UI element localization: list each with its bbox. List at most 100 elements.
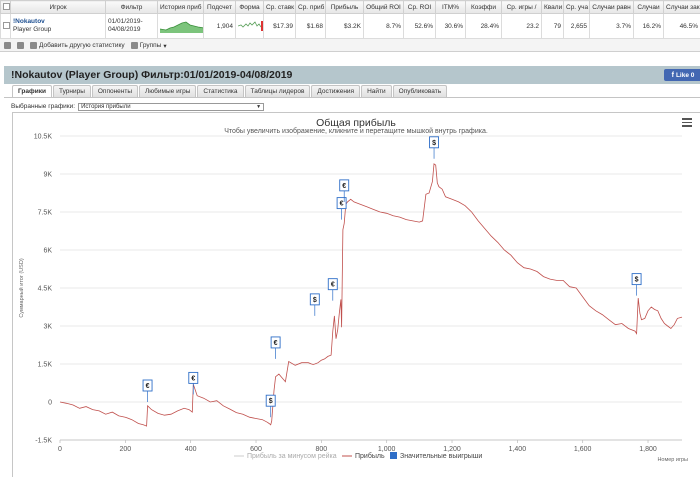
delete-icon[interactable]	[4, 42, 11, 49]
big-win-flag[interactable]: €	[270, 336, 281, 359]
tab-favorite-games[interactable]: Любимые игры	[139, 85, 197, 97]
column-header[interactable]: Общий ROI	[363, 0, 404, 14]
column-header[interactable]: Подсчет	[203, 0, 236, 14]
add-statistic-label: Добавить другую статистику	[39, 42, 125, 49]
groups-dropdown[interactable]: Группы ▾	[130, 42, 167, 50]
column-header[interactable]: Случаи равн	[589, 0, 634, 14]
form-sparkline	[235, 13, 264, 39]
cases-cell: 16.2%	[633, 13, 664, 39]
profit-series-line[interactable]	[59, 163, 683, 427]
legend-item[interactable]: Прибыль за минусом рейка	[234, 452, 337, 460]
chevron-down-icon: ▾	[163, 42, 167, 50]
tab-tournaments[interactable]: Турниры	[52, 85, 91, 97]
column-header[interactable]: Форма	[235, 0, 264, 14]
y-tick-label: 1.5K	[38, 362, 53, 369]
big-win-flag[interactable]: $	[309, 293, 320, 316]
quali-cell: 79	[541, 13, 564, 39]
column-header[interactable]: Коэффи	[465, 0, 502, 14]
legend-item[interactable]: Прибыль	[342, 452, 385, 460]
player-header: !Nokautov (Player Group) Фильтр:01/01/20…	[4, 66, 700, 84]
add-statistic-button[interactable]: Добавить другую статистику	[30, 42, 125, 49]
count-cell: 1,904	[203, 13, 236, 39]
column-header[interactable]: Прибыль	[325, 0, 364, 14]
column-header[interactable]: Ср. ставк	[263, 0, 296, 14]
like-label: Like 0	[675, 71, 695, 79]
tab-achievements[interactable]: Достижения	[311, 85, 361, 97]
column-header[interactable]: Ср. игры /	[501, 0, 542, 14]
tab-statistics[interactable]: Статистика	[197, 85, 244, 97]
column-header[interactable]: Квали	[541, 0, 564, 14]
big-win-flag[interactable]: €	[327, 278, 338, 301]
add-column-icon	[30, 42, 37, 49]
filter-to-text: 04/08/2019	[108, 26, 141, 33]
stats-table: Игрок Фильтр История приб Подсчет Форма …	[0, 0, 700, 39]
tab-charts[interactable]: Графики	[12, 85, 52, 97]
column-header[interactable]: ITM%	[435, 0, 466, 14]
column-header[interactable]: Фильтр	[105, 0, 158, 14]
row-checkbox[interactable]	[0, 13, 11, 39]
big-win-flag[interactable]: €	[142, 379, 153, 402]
edit-icon[interactable]	[17, 42, 24, 49]
sparkline-graph	[159, 21, 203, 33]
tab-publish[interactable]: Опубликовать	[392, 85, 448, 97]
profit-cell: $3.2K	[325, 13, 364, 39]
flag-symbol: $	[313, 297, 317, 304]
flag-symbol: €	[191, 375, 195, 382]
avg-games-cell: 23.2	[501, 13, 542, 39]
x-tick-label: 1,000	[378, 446, 396, 453]
player-name-link[interactable]: !Nokautov	[13, 18, 103, 26]
column-header[interactable]: История приб	[157, 0, 204, 14]
y-tick-label: 7.5K	[38, 210, 53, 217]
x-tick-label: 1,800	[639, 446, 657, 453]
flag-symbol: $	[269, 398, 273, 405]
column-header[interactable]: Ср. ROI	[403, 0, 436, 14]
tab-bar: Графики Турниры Оппоненты Любимые игры С…	[12, 85, 448, 97]
cases-cl-cell: 46.5%	[663, 13, 700, 39]
x-tick-label: 200	[119, 446, 131, 453]
stats-toolbar: Добавить другую статистику Группы ▾	[4, 40, 167, 51]
page-title: !Nokautov (Player Group) Фильтр:01/01/20…	[11, 69, 293, 81]
column-header[interactable]: Игрок	[10, 0, 106, 14]
chart-select[interactable]: История прибыли ▼	[78, 102, 265, 111]
legend-swatch	[390, 452, 397, 459]
avg-profit-cell: $1.68	[295, 13, 326, 39]
table-row[interactable]: !Nokautov Player Group 01/01/2019- 04/08…	[0, 13, 700, 39]
column-header[interactable]: Ср. уча	[563, 0, 590, 14]
avg-roi-cell: 52.6%	[403, 13, 436, 39]
chevron-down-icon: ▼	[256, 103, 262, 110]
x-tick-label: 1,600	[574, 446, 592, 453]
flag-symbol: $	[635, 277, 639, 284]
legend-item[interactable]: Значительные выигрыши	[390, 452, 482, 460]
facebook-like-button[interactable]: f Like 0	[664, 69, 700, 81]
big-win-flag[interactable]: $	[429, 136, 439, 159]
y-tick-label: 3K	[43, 324, 52, 331]
chart-menu-icon[interactable]	[682, 118, 692, 127]
x-tick-label: 400	[185, 446, 197, 453]
flag-symbol: €	[146, 383, 150, 390]
profit-history-sparkline	[157, 13, 204, 39]
y-tick-label: 4.5K	[38, 286, 53, 293]
facebook-icon: f	[671, 71, 674, 79]
x-tick-label: 1,400	[509, 446, 527, 453]
x-tick-label: 600	[250, 446, 262, 453]
legend-label: Прибыль за минусом рейка	[247, 452, 337, 460]
tab-leaderboards[interactable]: Таблицы лидеров	[244, 85, 311, 97]
chart-select-value: История прибыли	[81, 103, 131, 110]
big-win-flag[interactable]: $	[631, 273, 642, 296]
y-tick-label: 6K	[43, 248, 52, 255]
flag-symbol: €	[342, 183, 346, 190]
x-tick-label: 0	[58, 446, 62, 453]
tab-opponents[interactable]: Оппоненты	[91, 85, 139, 97]
profit-chart[interactable]: -1.5K01.5K3K4.5K6K7.5K9K10.5K0 200 400 600 8…	[12, 112, 700, 477]
column-header[interactable]: Ср. приб	[295, 0, 326, 14]
coef-cell: 28.4%	[465, 13, 502, 39]
tab-find[interactable]: Найти	[361, 85, 392, 97]
select-all-checkbox[interactable]	[0, 0, 11, 14]
column-header[interactable]: Случаи зак	[663, 0, 700, 14]
big-win-flag[interactable]: €	[188, 371, 199, 395]
player-cell[interactable]: !Nokautov Player Group	[10, 13, 106, 39]
column-header[interactable]: Случаи	[633, 0, 664, 14]
big-win-flag[interactable]: $	[265, 394, 276, 418]
groups-label: Группы	[139, 42, 162, 49]
x-tick-label: 1,200	[443, 446, 461, 453]
